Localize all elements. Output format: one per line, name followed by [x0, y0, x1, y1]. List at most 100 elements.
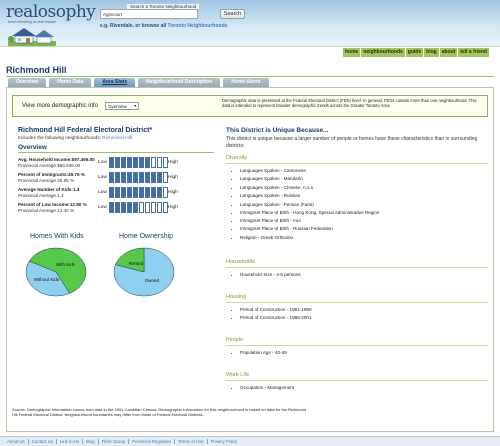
stat-meter-segment: [109, 157, 114, 168]
toronto-neighbourhoods-link[interactable]: Toronto Neighbourhoods: [168, 23, 228, 29]
nav-home[interactable]: home: [343, 48, 362, 57]
stat-meter-segment: [133, 172, 138, 183]
list-item: Languages Spoken - Cantonese: [240, 167, 484, 175]
stat-meter-segment: [145, 172, 150, 183]
stat-meter-segment: [139, 157, 144, 168]
section-list: Languages Spoken - Cantonese Languages Sp…: [234, 167, 484, 242]
stat-label: Percent of Low Income:12.90 %: [18, 202, 87, 207]
stat-meter-segment: [139, 187, 144, 198]
tab-home-alerts[interactable]: Home Alerts: [223, 78, 269, 87]
section-divider: [226, 163, 488, 164]
stat-meter-segment: [121, 157, 126, 168]
pie-slice-label: Rented: [129, 261, 144, 266]
section-divider: [226, 380, 488, 381]
tab-overview[interactable]: Overview: [8, 78, 47, 87]
stat-provincial-average: Provincial Average 14.40 %: [18, 208, 75, 213]
list-item: Household Size - 4-5 persons: [240, 271, 484, 279]
footer-about-us[interactable]: About Us: [4, 439, 29, 444]
stat-label: Average Number of Kids:1.4: [18, 187, 80, 192]
pie-slice-label: Without Kids: [34, 277, 60, 282]
demographic-note: Demographic data is presented at the Fed…: [222, 98, 477, 109]
footer-blog[interactable]: Blog: [83, 439, 99, 444]
nav-neighbourhoods[interactable]: neighbourhoods: [361, 48, 406, 57]
stat-meter-segment: [127, 202, 132, 213]
overview-heading: Overview: [18, 144, 47, 151]
section-heading: Diversity: [226, 155, 248, 161]
list-item: Languages Spoken - Chinese, n.o.s.: [240, 184, 484, 192]
nav-about[interactable]: about: [439, 48, 459, 57]
section-list: Household Size - 4-5 persons: [234, 271, 484, 279]
list-item: Languages Spoken - Persian (Farsi): [240, 201, 484, 209]
stat-provincial-average: Provincial Average $66,836.00: [18, 163, 81, 168]
list-item: Immigrant Place of Birth - Russian Feder…: [240, 225, 484, 233]
search-hint: e.g. Riverdale, or browse all Toronto Ne…: [100, 23, 227, 29]
search-button[interactable]: Search: [220, 9, 245, 19]
tab-bar: Overview Home Data Area Stats Neighbourh…: [8, 78, 269, 87]
stat-meter-segment: [145, 187, 150, 198]
fed-neighbourhoods: Includes the following neighbourhoods: R…: [18, 136, 132, 141]
stat-meter-segment: [121, 172, 126, 183]
stat-high-label: High: [168, 175, 178, 180]
list-item: Period of Construction - 1996-2001: [240, 314, 484, 322]
list-item: Religion - Greek Orthodox: [240, 234, 484, 242]
stat-meter-segment: [109, 172, 114, 183]
ownership-pie-title: Home Ownership: [119, 233, 174, 240]
overview-divider: [18, 152, 214, 153]
search-input[interactable]: Agincourt: [100, 9, 198, 19]
nav-blog[interactable]: blog: [424, 48, 440, 57]
stat-meter-segment: [157, 157, 162, 168]
stat-meter-segment: [157, 187, 162, 198]
section-list: Period of Construction - 1981-1990Period…: [234, 306, 484, 323]
stat-meter-segment: [157, 172, 162, 183]
footer-link-to-us[interactable]: Link to Us: [57, 439, 84, 444]
tab-neighbourhood-description[interactable]: Neighbourhood Description: [138, 78, 221, 87]
footer-privacy-policy[interactable]: Privacy Policy: [208, 439, 241, 444]
section-heading: Households: [226, 259, 256, 265]
stat-low-label: Low: [98, 160, 107, 165]
stat-meter-segment: [127, 187, 132, 198]
footer-contact-us[interactable]: Contact Us: [29, 439, 57, 444]
search-hint-text: e.g. Riverdale, or browse all: [100, 23, 167, 29]
stat-row: Percent of Low Income:12.90 % Provincial …: [18, 202, 218, 219]
tab-home-data[interactable]: Home Data: [49, 78, 92, 87]
tab-area-stats[interactable]: Area Stats: [94, 78, 136, 87]
stat-label: Avg. Household Income:$97,495.00: [18, 157, 95, 162]
unique-description: This district is unique because a larger…: [226, 136, 478, 149]
stat-meter-segment: [109, 187, 114, 198]
house-illustration-icon: [8, 28, 56, 46]
stat-meter-segment: [139, 172, 144, 183]
nav-guide[interactable]: guide: [405, 48, 425, 57]
stat-label: Percent of Immigrants:49.75 %: [18, 172, 85, 177]
list-item: Occupation - Management: [240, 384, 484, 392]
list-item: Population Age - 40-49: [240, 349, 484, 357]
top-navigation: home neighbourhoods guide blog about tel…: [343, 48, 490, 57]
pie-slice-label: Owned: [145, 278, 160, 283]
stat-high-label: High: [168, 160, 178, 165]
stat-meter-segment: [133, 202, 138, 213]
pie-slice-label: With Kids: [56, 262, 76, 267]
source-note: Source: Demographic information comes fr…: [12, 407, 307, 417]
footer-flickr-group[interactable]: Flickr Group: [99, 439, 130, 444]
demographic-info-select[interactable]: Overview: [105, 102, 139, 110]
stat-meter-segment: [133, 157, 138, 168]
stat-meter: [109, 157, 168, 168]
richmond-hill-link[interactable]: Richmond Hill: [102, 136, 132, 141]
footer-provincial-regulates[interactable]: Provincial Regulates: [129, 439, 176, 444]
section-list: Occupation - Management: [234, 384, 484, 392]
footer-terms-of-use[interactable]: Terms of Use: [175, 439, 208, 444]
nav-tell-a-friend[interactable]: tell a friend: [458, 48, 490, 57]
stat-meter-segment: [121, 202, 126, 213]
section-list: Population Age - 40-49: [234, 349, 484, 357]
section-heading: People: [226, 337, 244, 343]
stat-provincial-average: Provincial Average 1.2: [18, 193, 64, 198]
ownership-pie-chart: Owned Rented: [113, 247, 175, 297]
fed-neighbourhoods-label: Includes the following neighbourhoods:: [18, 136, 101, 141]
stat-meter: [109, 172, 168, 183]
section-divider: [226, 267, 488, 268]
stat-low-label: Low: [98, 175, 107, 180]
stat-meter-segment: [109, 202, 114, 213]
list-item: Immigrant Place of Birth - Hong Kong, Sp…: [240, 210, 484, 216]
stat-meter-segment: [145, 202, 150, 213]
kids-pie-title: Homes With Kids: [30, 233, 84, 240]
stat-meter-segment: [151, 157, 156, 168]
